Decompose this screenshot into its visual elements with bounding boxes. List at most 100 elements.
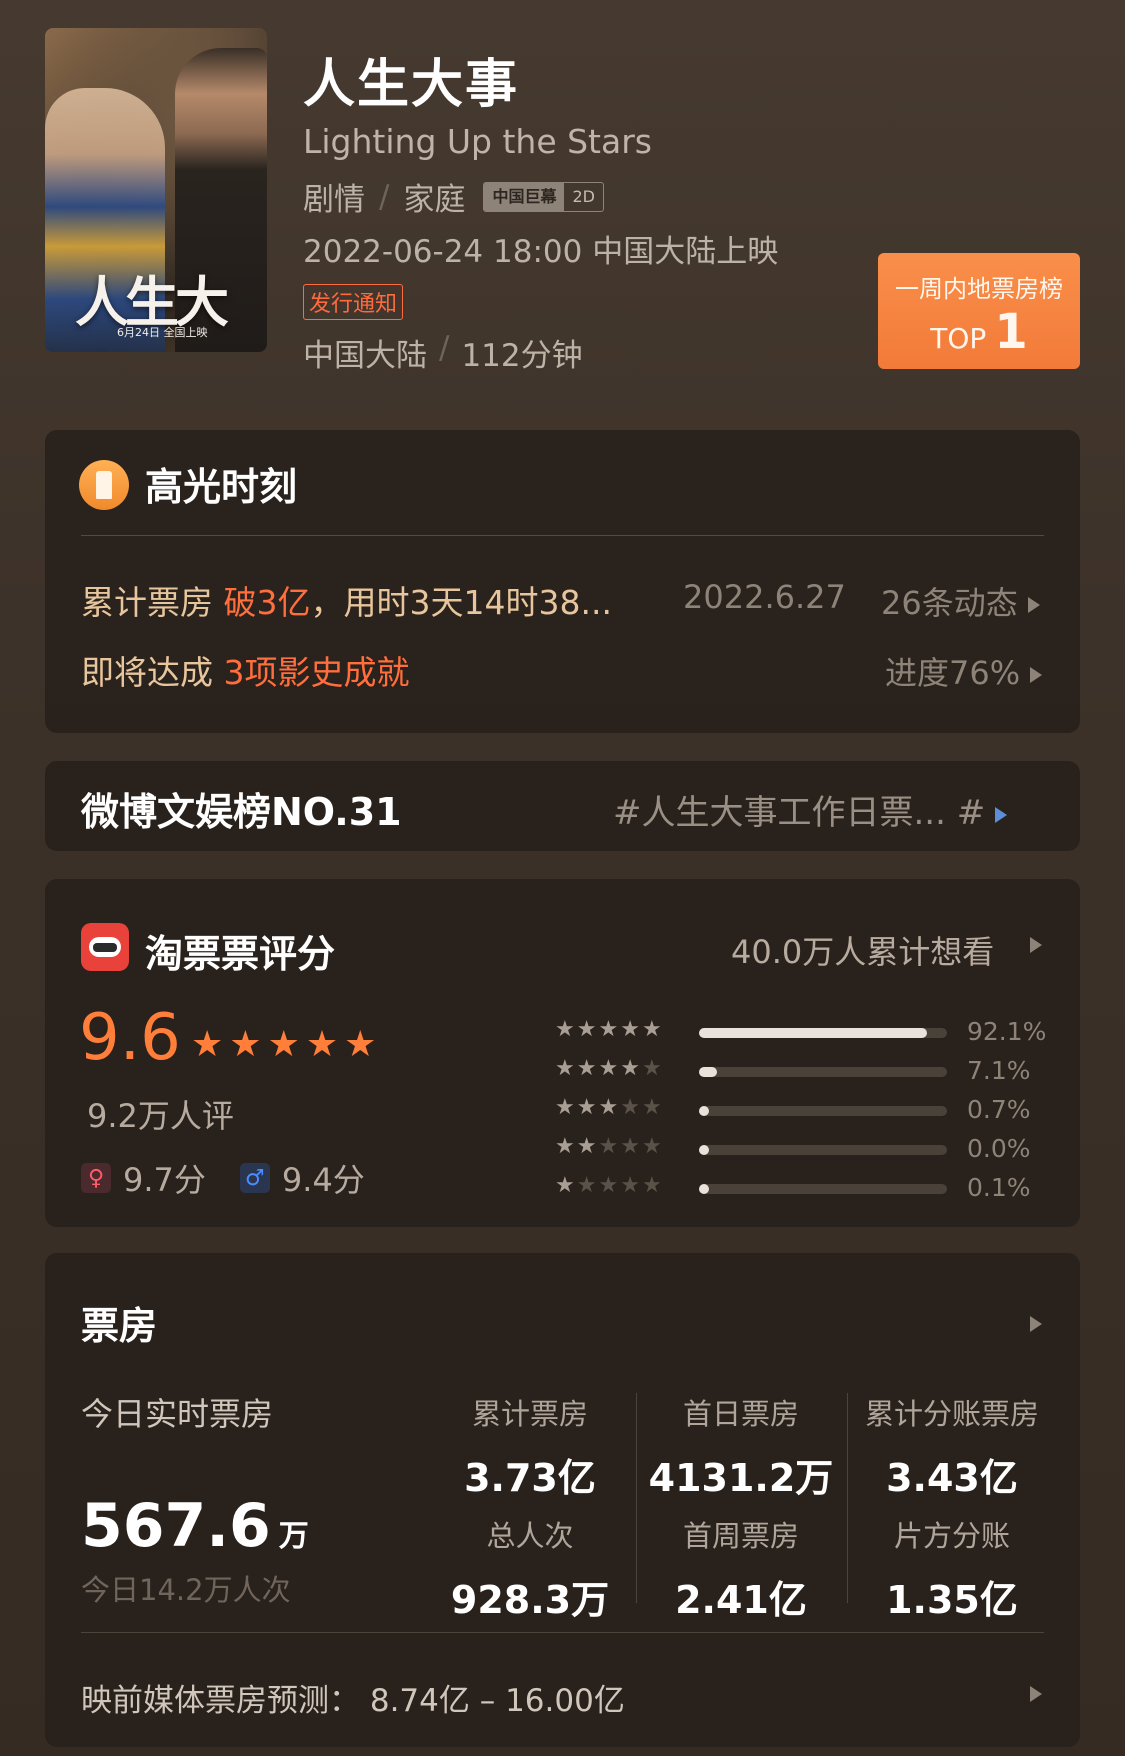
- distribution-stars: ★★★★★: [555, 1017, 664, 1042]
- distribution-percent: 7.1%: [967, 1056, 1031, 1085]
- play-arrow-icon: [995, 806, 1008, 823]
- stat-split-box-office: 累计分账票房 3.43亿: [864, 1397, 1039, 1500]
- movie-title: 人生大事: [303, 55, 520, 115]
- star-icon: ★: [641, 1173, 664, 1198]
- distribution-bar-fill: [699, 1145, 709, 1155]
- distribution-stars: ★★★★★: [555, 1173, 664, 1198]
- play-arrow-icon: [1030, 667, 1043, 683]
- today-box-office-value: 567.6 万: [81, 1491, 309, 1561]
- distribution-bar-fill: [699, 1106, 709, 1116]
- star-icon: ★: [305, 1024, 339, 1065]
- region-duration-row: 中国大陆 / 112分钟: [303, 330, 583, 375]
- star-icon: ★: [620, 1017, 642, 1042]
- distribution-bar-fill: [699, 1028, 928, 1038]
- star-icon: ★: [598, 1056, 621, 1081]
- play-arrow-icon: [1027, 597, 1040, 613]
- box-office-detail-arrow-icon[interactable]: [1030, 1313, 1042, 1332]
- movie-english-title: Lighting Up the Stars: [303, 122, 652, 161]
- highlight-upcoming-achievements[interactable]: 即将达成 3项影史成就: [81, 646, 410, 694]
- distribution-bar: [699, 1028, 947, 1038]
- star-icon: ★: [555, 1017, 577, 1042]
- rating-card: 淘票票评分 40.0万人累计想看 9.6 ★ ★ ★ ★ ★ 9.2万人评 ♀ …: [45, 879, 1080, 1227]
- highlight-card: 高光时刻 累计票房 破3亿，用时3天14时38... 2022.6.27 26条…: [45, 430, 1080, 733]
- format-badge-2d: 2D: [572, 186, 595, 206]
- star-icon: ★: [576, 1017, 599, 1042]
- region-separator: /: [439, 330, 450, 366]
- play-arrow-icon[interactable]: [1030, 934, 1042, 953]
- taopiaopiao-icon: [81, 923, 129, 971]
- release-info: 2022-06-24 18:00 中国大陆上映: [303, 234, 779, 270]
- movie-poster[interactable]: 人生大事 6月24日 全国上映: [45, 28, 267, 352]
- distribution-bar-fill: [699, 1067, 717, 1077]
- highlight-box-office-milestone[interactable]: 累计票房 破3亿，用时3天14时38...: [81, 576, 612, 624]
- box-office-card: 票房 今日实时票房 567.6 万 今日14.2万人次 累计票房 3.73亿 首日票…: [45, 1253, 1080, 1747]
- star-icon: ★: [555, 1134, 577, 1159]
- weibo-ranking-title: 微博文娱榜NO.31: [81, 790, 402, 834]
- today-viewers: 今日14.2万人次: [81, 1573, 291, 1607]
- distribution-bar: [699, 1145, 947, 1155]
- star-icon: ★: [598, 1095, 621, 1120]
- weekly-ranking-badge[interactable]: 一周内地票房榜 TOP 1: [878, 253, 1080, 369]
- distribution-percent: 0.0%: [967, 1134, 1031, 1163]
- box-office-title: 票房: [81, 1304, 158, 1348]
- region: 中国大陆: [303, 338, 427, 374]
- distribution-row: ★★★★★ 0.7%: [555, 1095, 1055, 1125]
- star-icon: ★: [598, 1134, 621, 1159]
- stat-total-box-office: 累计票房 3.73亿: [464, 1397, 596, 1500]
- star-icon: ★: [267, 1024, 300, 1065]
- star-icon: ★: [620, 1095, 642, 1120]
- distribution-bar: [699, 1106, 947, 1116]
- release-notice-tag[interactable]: 发行通知: [303, 284, 404, 320]
- distribution-stars: ★★★★★: [555, 1095, 664, 1120]
- star-icon: ★: [598, 1017, 621, 1042]
- ranking-value: TOP 1: [930, 304, 1028, 360]
- star-icon: ★: [229, 1024, 262, 1065]
- star-icon: ★: [598, 1173, 621, 1198]
- star-icon: ★: [620, 1056, 642, 1081]
- weibo-ranking-card[interactable]: 微博文娱榜NO.31 #人生大事工作日票... #: [45, 761, 1080, 851]
- weibo-topic-link[interactable]: #人生大事工作日票... #: [613, 785, 1008, 834]
- stat-producer-share: 片方分账 1.35亿: [886, 1519, 1018, 1622]
- divider: [81, 1632, 1044, 1633]
- genre-drama: 剧情: [303, 182, 365, 218]
- highlight-progress-link[interactable]: 进度76%: [885, 648, 1043, 694]
- distribution-row: ★★★★★ 7.1%: [555, 1056, 1055, 1086]
- star-icon: ★: [641, 1095, 664, 1120]
- male-icon: ♂: [239, 1163, 270, 1193]
- star-icon: ★: [191, 1024, 224, 1065]
- today-box-office-label: 今日实时票房: [81, 1395, 274, 1433]
- divider: [81, 535, 1044, 536]
- genre-family: 家庭: [403, 182, 466, 218]
- distribution-bar: [699, 1184, 947, 1194]
- distribution-stars: ★★★★★: [555, 1056, 664, 1081]
- gender-scores: ♀ 9.7分 ♂ 9.4分: [81, 1155, 365, 1201]
- distribution-stars: ★★★★★: [555, 1134, 664, 1159]
- distribution-row: ★★★★★ 0.1%: [555, 1173, 1055, 1203]
- poster-date: 6月24日 全国上映: [117, 326, 208, 339]
- format-badge: 中国巨幕 2D: [483, 181, 604, 212]
- star-icon: ★: [576, 1134, 599, 1159]
- stat-first-day-box-office: 首日票房 4131.2万: [648, 1397, 834, 1500]
- highlight-title: 高光时刻: [145, 465, 298, 509]
- female-icon: ♀: [81, 1163, 111, 1193]
- want-to-see-count[interactable]: 40.0万人累计想看: [731, 927, 994, 973]
- star-icon: ★: [576, 1173, 599, 1198]
- box-office-forecast[interactable]: 映前媒体票房预测： 8.74亿 – 16.00亿: [81, 1675, 625, 1720]
- star-icon: ★: [344, 1024, 377, 1065]
- lighthouse-icon: [79, 460, 129, 510]
- distribution-bar: [699, 1067, 947, 1077]
- rater-count: 9.2万人评: [87, 1097, 234, 1135]
- stat-total-viewers: 总人次 928.3万: [450, 1519, 610, 1622]
- star-icon: ★: [555, 1056, 577, 1081]
- highlight-date: 2022.6.27: [683, 578, 846, 616]
- star-icon: ★: [620, 1173, 642, 1198]
- star-icon: ★: [641, 1017, 664, 1042]
- play-arrow-icon[interactable]: [1030, 1683, 1042, 1702]
- star-icon: ★: [555, 1095, 577, 1120]
- star-icon: ★: [641, 1134, 664, 1159]
- highlight-dynamics-link[interactable]: 26条动态: [881, 578, 1040, 624]
- distribution-percent: 0.1%: [967, 1173, 1031, 1202]
- star-icon: ★: [641, 1056, 664, 1081]
- star-icon: ★: [555, 1173, 577, 1198]
- distribution-row: ★★★★★ 0.0%: [555, 1134, 1055, 1164]
